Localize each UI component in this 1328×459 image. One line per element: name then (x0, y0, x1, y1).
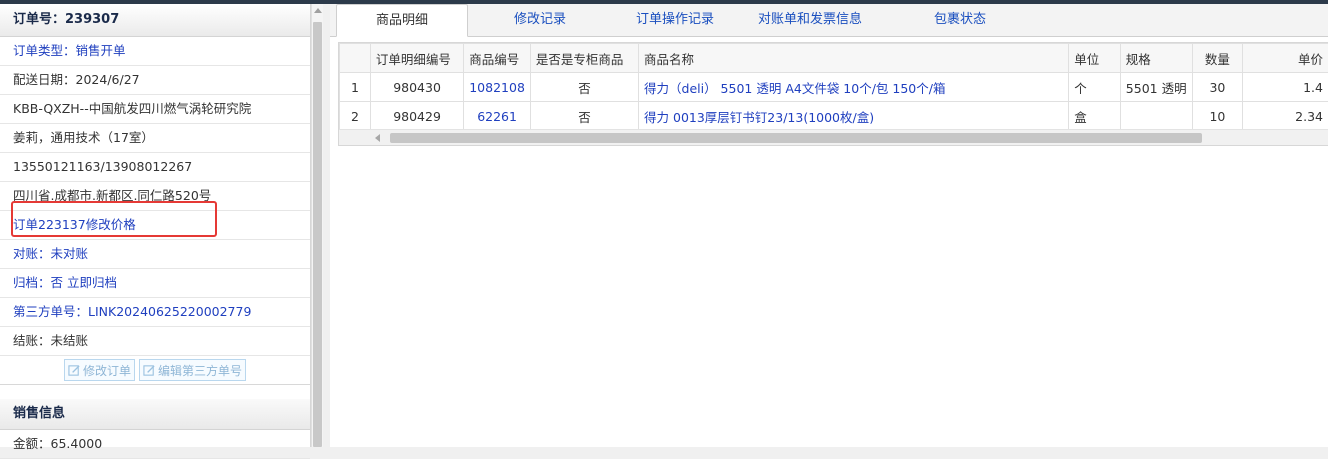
spec-cell: 5501 透明 (1120, 73, 1192, 102)
counter-product-cell: 否 (530, 73, 638, 102)
product-id-link[interactable]: 62261 (464, 102, 531, 131)
product-name-link[interactable]: 得力 0013厚层钉书钉23/13(1000枚/盒) (639, 102, 1069, 131)
horizontal-scrollbar-thumb[interactable] (390, 133, 1202, 143)
scrollbar-thumb[interactable] (313, 22, 322, 447)
amount-value: 65.4000 (51, 436, 103, 451)
details-panel: 商品明细 修改记录 订单操作记录 对账单和发票信息 包裹状态 订单明细编号 商品… (330, 4, 1328, 447)
spec-cell (1120, 102, 1192, 131)
tab-order-log[interactable]: 订单操作记录 (615, 4, 735, 36)
column-header[interactable]: 是否是专柜商品 (530, 44, 638, 73)
product-id-link[interactable]: 1082108 (464, 73, 531, 102)
third-party-value: LINK20240625220002779 (88, 304, 251, 319)
edit-order-label: 修改订单 (83, 362, 131, 379)
tab-product-details[interactable]: 商品明细 (336, 4, 468, 37)
reconcile-label: 对账： (13, 246, 51, 261)
product-name-link[interactable]: 得力（deli） 5501 透明 A4文件袋 10个/包 150个/箱 (639, 73, 1069, 102)
customer-row: KBB-QXZH--中国航发四川燃气涡轮研究院 (0, 95, 310, 124)
product-table-container: 订单明细编号 商品编号 是否是专柜商品 商品名称 单位 规格 数量 单价 1 9… (338, 42, 1328, 146)
scroll-up-arrow-icon[interactable] (314, 8, 322, 13)
action-buttons: 修改订单 编辑第三方单号 (0, 356, 310, 385)
column-header[interactable]: 数量 (1192, 44, 1243, 73)
reconcile-value: 未对账 (51, 246, 89, 261)
detail-id-cell: 980430 (370, 73, 463, 102)
amount-label: 金额： (13, 436, 51, 451)
address-value: 四川省.成都市.新都区.同仁路520号 (13, 188, 211, 203)
table-row[interactable]: 2 980429 62261 否 得力 0013厚层钉书钉23/13(1000枚… (340, 102, 1328, 131)
tab-bar: 商品明细 修改记录 订单操作记录 对账单和发票信息 包裹状态 (330, 4, 1328, 37)
delivery-date-row: 配送日期：2024/6/27 (0, 66, 310, 95)
order-type-value: 销售开单 (76, 43, 126, 58)
address-row: 四川省.成都市.新都区.同仁路520号 (0, 182, 310, 211)
counter-product-cell: 否 (530, 102, 638, 131)
row-number: 2 (340, 102, 371, 131)
edit-third-party-label: 编辑第三方单号 (158, 362, 242, 379)
contact-row: 姜莉，通用技术（17室） (0, 124, 310, 153)
horizontal-scrollbar[interactable] (339, 129, 1328, 146)
table-row[interactable]: 1 980430 1082108 否 得力（deli） 5501 透明 A4文件… (340, 73, 1328, 102)
delivery-date-value: 2024/6/27 (76, 72, 140, 87)
column-header[interactable]: 单位 (1069, 44, 1121, 73)
left-scrollbar[interactable] (311, 4, 323, 447)
column-header[interactable]: 商品名称 (639, 44, 1069, 73)
delivery-date-label: 配送日期： (13, 72, 76, 87)
product-table: 订单明细编号 商品编号 是否是专柜商品 商品名称 单位 规格 数量 单价 1 9… (339, 43, 1328, 131)
unit-price-cell: 1.4 (1243, 73, 1328, 102)
quantity-cell: 10 (1192, 102, 1243, 131)
unit-cell: 个 (1069, 73, 1121, 102)
order-note-value[interactable]: 订单223137修改价格 (13, 217, 136, 232)
phone-value: 13550121163/13908012267 (13, 159, 192, 174)
sales-info-header: 销售信息 (0, 399, 310, 430)
quantity-cell: 30 (1192, 73, 1243, 102)
column-header[interactable]: 商品编号 (464, 44, 531, 73)
customer-value: KBB-QXZH--中国航发四川燃气涡轮研究院 (13, 101, 251, 116)
order-number-header: 订单号：239307 (0, 4, 310, 37)
order-note-link[interactable]: 订单223137修改价格 (0, 211, 310, 240)
archive-label: 归档： (13, 275, 51, 290)
detail-id-cell: 980429 (370, 102, 463, 131)
archive-value[interactable]: 否 立即归档 (51, 275, 117, 290)
column-header[interactable]: 订单明细编号 (370, 44, 463, 73)
amount-row: 金额：65.4000 (0, 430, 310, 459)
scroll-left-arrow-icon[interactable] (375, 134, 380, 142)
unit-cell: 盒 (1069, 102, 1121, 131)
edit-icon (143, 364, 156, 377)
unit-price-cell: 2.34 (1243, 102, 1328, 131)
tab-package-status[interactable]: 包裹状态 (900, 4, 1020, 36)
order-type-label: 订单类型： (13, 43, 76, 58)
order-type-row: 订单类型：销售开单 (0, 37, 310, 66)
edit-order-button[interactable]: 修改订单 (64, 359, 135, 381)
settlement-value: 未结账 (51, 333, 89, 348)
archive-row[interactable]: 归档：否 立即归档 (0, 269, 310, 298)
third-party-label: 第三方单号： (13, 304, 88, 319)
tab-invoice-info[interactable]: 对账单和发票信息 (730, 4, 890, 36)
column-header (340, 44, 371, 73)
edit-third-party-button[interactable]: 编辑第三方单号 (139, 359, 246, 381)
column-header[interactable]: 规格 (1120, 44, 1192, 73)
third-party-row: 第三方单号：LINK20240625220002779 (0, 298, 310, 327)
table-header-row: 订单明细编号 商品编号 是否是专柜商品 商品名称 单位 规格 数量 单价 (340, 44, 1328, 73)
order-info-panel: 订单号：239307 订单类型：销售开单 配送日期：2024/6/27 KBB-… (0, 4, 311, 447)
row-number: 1 (340, 73, 371, 102)
phone-row: 13550121163/13908012267 (0, 153, 310, 182)
tab-modify-log[interactable]: 修改记录 (480, 4, 600, 36)
contact-value: 姜莉，通用技术（17室） (13, 130, 154, 145)
settlement-label: 结账： (13, 333, 51, 348)
settlement-row: 结账：未结账 (0, 327, 310, 356)
column-header[interactable]: 单价 (1243, 44, 1328, 73)
reconcile-row: 对账：未对账 (0, 240, 310, 269)
edit-icon (68, 364, 81, 377)
